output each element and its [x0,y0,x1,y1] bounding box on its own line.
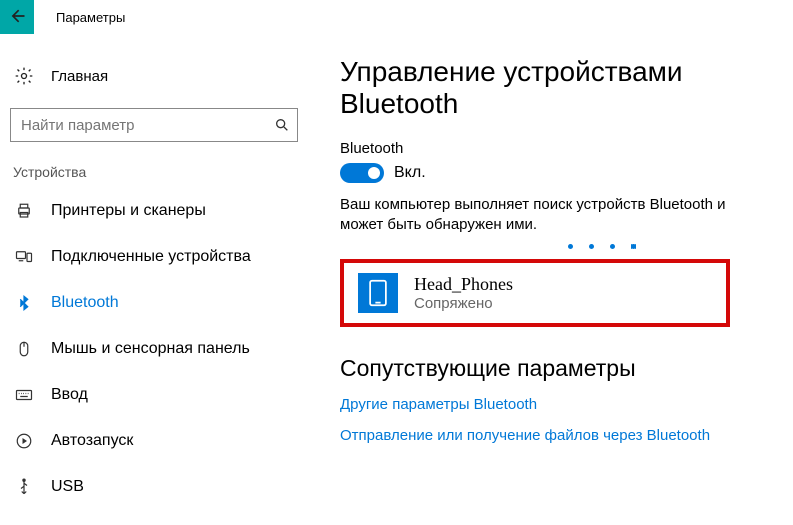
sidebar-item-label: Автозапуск [51,432,133,450]
device-status: Сопряжено [414,295,513,312]
sidebar-item-label: USB [51,478,84,496]
window-title: Параметры [56,10,125,25]
devices-icon [13,246,35,268]
sidebar-item-bluetooth[interactable]: Bluetooth [0,280,300,326]
related-heading: Сопутствующие параметры [340,355,773,382]
sidebar-item-autoplay[interactable]: Автозапуск [0,418,300,464]
sidebar-home-label: Главная [51,68,108,85]
keyboard-icon [13,384,35,406]
gear-icon [13,65,35,87]
bluetooth-toggle-label: Bluetooth [340,140,773,157]
device-card[interactable]: Head_Phones Сопряжено [340,259,730,327]
printer-icon [13,200,35,222]
sidebar-item-usb[interactable]: USB [0,464,300,510]
arrow-left-icon [7,6,27,29]
sidebar-item-mouse[interactable]: Мышь и сенсорная панель [0,326,300,372]
sidebar-item-connected[interactable]: Подключенные устройства [0,234,300,280]
search-input[interactable] [10,108,298,142]
sidebar: Главная Устройства Принтеры и сканеры По… [0,34,300,525]
search-icon [267,110,297,140]
bluetooth-icon [13,292,35,314]
page-heading: Управление устройствами Bluetooth [340,56,773,120]
sidebar-item-label: Принтеры и сканеры [51,202,206,220]
device-name: Head_Phones [414,274,513,295]
sidebar-item-label: Ввод [51,386,88,404]
discovery-text: Ваш компьютер выполняет поиск устройств … [340,195,760,236]
sidebar-item-label: Подключенные устройства [51,248,251,266]
searching-indicator [430,244,773,249]
toggle-switch[interactable] [340,163,384,183]
usb-icon [13,476,35,498]
sidebar-item-printers[interactable]: Принтеры и сканеры [0,188,300,234]
toggle-state-label: Вкл. [394,164,426,182]
bluetooth-toggle[interactable]: Вкл. [340,163,773,183]
back-button[interactable] [0,0,34,34]
sidebar-item-typing[interactable]: Ввод [0,372,300,418]
toggle-knob [368,167,380,179]
sidebar-item-label: Мышь и сенсорная панель [51,340,250,358]
search-field[interactable] [11,117,267,134]
title-bar: Параметры [0,0,793,34]
mouse-icon [13,338,35,360]
link-more-bt-settings[interactable]: Другие параметры Bluetooth [340,396,773,413]
autoplay-icon [13,430,35,452]
sidebar-item-label: Bluetooth [51,294,119,312]
sidebar-home[interactable]: Главная [0,54,300,98]
sidebar-group-label: Устройства [0,152,300,188]
main-content: Управление устройствами Bluetooth Blueto… [300,34,793,525]
link-send-receive-files[interactable]: Отправление или получение файлов через B… [340,427,773,444]
phone-icon [358,273,398,313]
